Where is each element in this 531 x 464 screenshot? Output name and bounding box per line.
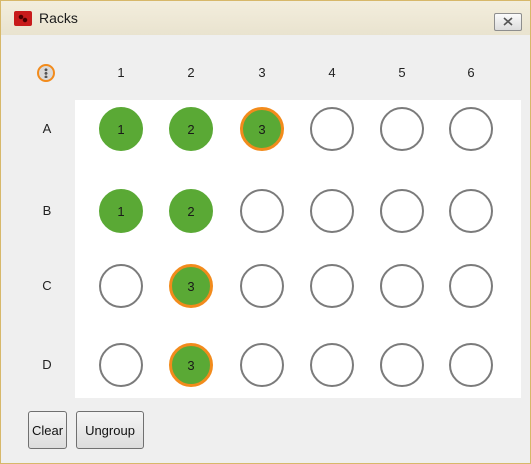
well-c3[interactable] bbox=[240, 264, 284, 308]
well-b2[interactable]: 2 bbox=[169, 189, 213, 233]
column-label-5: 5 bbox=[398, 65, 406, 80]
well-b1[interactable]: 1 bbox=[99, 189, 143, 233]
well-number: 3 bbox=[258, 121, 266, 137]
row-label-b: B bbox=[42, 203, 52, 218]
well-number: 3 bbox=[187, 278, 195, 294]
well-b3[interactable] bbox=[240, 189, 284, 233]
well-d1[interactable] bbox=[99, 343, 143, 387]
column-label-3: 3 bbox=[258, 65, 266, 80]
well-a1[interactable]: 1 bbox=[99, 107, 143, 151]
well-number: 2 bbox=[187, 203, 195, 219]
row-label-c: C bbox=[42, 278, 52, 293]
well-d4[interactable] bbox=[310, 343, 354, 387]
column-label-1: 1 bbox=[117, 65, 125, 80]
well-number: 1 bbox=[117, 121, 125, 137]
well-b4[interactable] bbox=[310, 189, 354, 233]
row-label-a: A bbox=[42, 121, 52, 136]
ungroup-button[interactable]: Ungroup bbox=[76, 411, 144, 449]
well-number: 3 bbox=[187, 357, 195, 373]
well-c6[interactable] bbox=[449, 264, 493, 308]
racks-window: Racks 1 2 3 4 5 6 A B C D Clear Ungroup 1 2 3 1 2 3 3 bbox=[0, 0, 531, 464]
well-b5[interactable] bbox=[380, 189, 424, 233]
well-c1[interactable] bbox=[99, 264, 143, 308]
column-label-4: 4 bbox=[328, 65, 336, 80]
well-number: 2 bbox=[187, 121, 195, 137]
well-c2[interactable]: 3 bbox=[169, 264, 213, 308]
well-number: 1 bbox=[117, 203, 125, 219]
close-button[interactable] bbox=[494, 13, 522, 31]
well-d2[interactable]: 3 bbox=[169, 343, 213, 387]
well-c4[interactable] bbox=[310, 264, 354, 308]
well-a2[interactable]: 2 bbox=[169, 107, 213, 151]
well-a6[interactable] bbox=[449, 107, 493, 151]
close-icon bbox=[503, 17, 513, 26]
well-a3[interactable]: 3 bbox=[240, 107, 284, 151]
app-icon bbox=[14, 11, 32, 26]
clear-button[interactable]: Clear bbox=[28, 411, 67, 449]
well-c5[interactable] bbox=[380, 264, 424, 308]
well-a5[interactable] bbox=[380, 107, 424, 151]
well-d3[interactable] bbox=[240, 343, 284, 387]
row-label-d: D bbox=[42, 357, 52, 372]
well-a4[interactable] bbox=[310, 107, 354, 151]
window-title: Racks bbox=[39, 10, 78, 26]
title-bar: Racks bbox=[1, 1, 530, 35]
column-label-6: 6 bbox=[467, 65, 475, 80]
column-header-row: 1 2 3 4 5 6 bbox=[1, 65, 530, 85]
column-label-2: 2 bbox=[187, 65, 195, 80]
well-d5[interactable] bbox=[380, 343, 424, 387]
well-d6[interactable] bbox=[449, 343, 493, 387]
well-b6[interactable] bbox=[449, 189, 493, 233]
